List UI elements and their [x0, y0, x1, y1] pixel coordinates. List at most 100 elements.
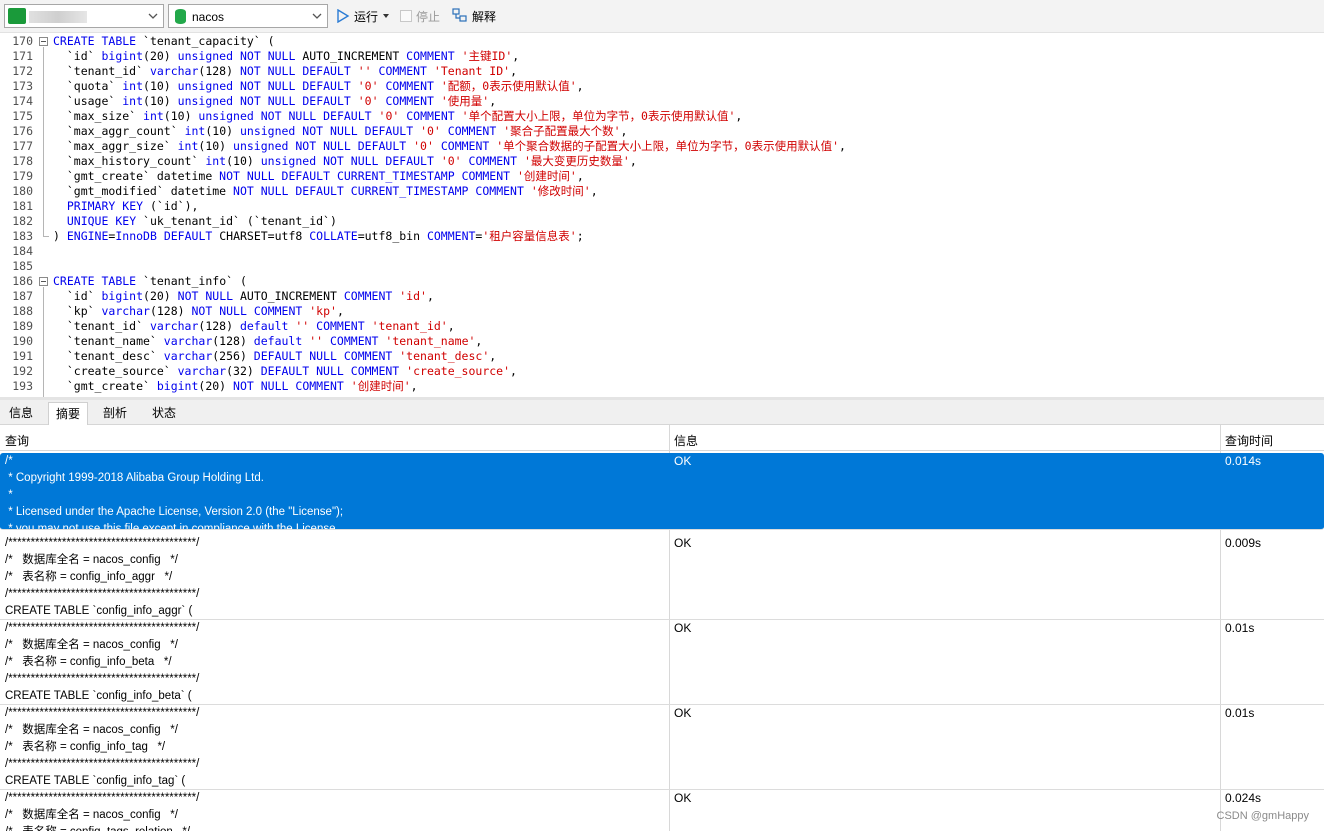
- line-number: 185: [12, 259, 33, 273]
- grid-header: 查询 信息 查询时间: [0, 429, 1324, 451]
- database-name: nacos: [192, 10, 225, 24]
- run-button[interactable]: 运行: [336, 7, 390, 25]
- code-text: CREATE TABLE `tenant_info` (: [53, 274, 247, 288]
- code-line[interactable]: 173 `quota` int(10) unsigned NOT NULL DE…: [0, 79, 1324, 94]
- info-cell[interactable]: OK: [674, 790, 691, 807]
- result-tab[interactable]: 剖析: [96, 402, 134, 425]
- info-cell[interactable]: OK: [674, 535, 691, 552]
- fold-guide: [43, 47, 44, 232]
- header-info[interactable]: 信息: [674, 432, 698, 449]
- code-text: `id` bigint(20) unsigned NOT NULL AUTO_I…: [53, 49, 520, 63]
- code-line[interactable]: 190 `tenant_name` varchar(128) default '…: [0, 334, 1324, 349]
- line-number: 192: [12, 364, 33, 378]
- code-line[interactable]: 183) ENGINE=InnoDB DEFAULT CHARSET=utf8 …: [0, 229, 1324, 244]
- line-number: 180: [12, 184, 33, 198]
- stop-button[interactable]: 停止: [400, 7, 440, 25]
- sql-editor[interactable]: 170 CREATE TABLE `tenant_capacity` (171 `…: [0, 33, 1324, 397]
- info-cell[interactable]: OK: [674, 453, 691, 470]
- code-text: `tenant_desc` varchar(256) DEFAULT NULL …: [53, 349, 497, 363]
- code-line[interactable]: 172 `tenant_id` varchar(128) NOT NULL DE…: [0, 64, 1324, 79]
- code-text: `max_size` int(10) unsigned NOT NULL DEF…: [53, 109, 743, 123]
- code-line[interactable]: 176 `max_aggr_count` int(10) unsigned NO…: [0, 124, 1324, 139]
- time-cell[interactable]: 0.014s: [1225, 453, 1261, 470]
- result-grid: 查询 信息 查询时间 CSDN @gmHappy /* * Copyright …: [0, 425, 1324, 831]
- code-line[interactable]: 182 UNIQUE KEY `uk_tenant_id` (`tenant_i…: [0, 214, 1324, 229]
- code-line[interactable]: 181 PRIMARY KEY (`id`),: [0, 199, 1324, 214]
- line-number: 193: [12, 379, 33, 393]
- code-line[interactable]: 193 `gmt_create` bigint(20) NOT NULL COM…: [0, 379, 1324, 394]
- code-line[interactable]: 180 `gmt_modified` datetime NOT NULL DEF…: [0, 184, 1324, 199]
- explain-button[interactable]: 解释: [452, 7, 496, 25]
- table-row[interactable]: /***************************************…: [0, 535, 1324, 620]
- result-tab[interactable]: 信息: [2, 402, 40, 425]
- chevron-down-icon: [312, 13, 322, 19]
- table-row[interactable]: /***************************************…: [0, 790, 1324, 831]
- code-line[interactable]: 192 `create_source` varchar(32) DEFAULT …: [0, 364, 1324, 379]
- code-line[interactable]: 179 `gmt_create` datetime NOT NULL DEFAU…: [0, 169, 1324, 184]
- query-cell[interactable]: /***************************************…: [5, 620, 665, 704]
- code-text: `tenant_name` varchar(128) default '' CO…: [53, 334, 483, 348]
- header-time[interactable]: 查询时间: [1225, 432, 1273, 449]
- line-number: 181: [12, 199, 33, 213]
- info-cell[interactable]: OK: [674, 620, 691, 637]
- connection-select[interactable]: [4, 4, 164, 28]
- code-line[interactable]: 170 CREATE TABLE `tenant_capacity` (: [0, 34, 1324, 49]
- time-cell[interactable]: 0.01s: [1225, 620, 1254, 637]
- result-tab[interactable]: 状态: [145, 402, 183, 425]
- line-number: 172: [12, 64, 33, 78]
- code-text: `tenant_id` varchar(128) NOT NULL DEFAUL…: [53, 64, 518, 78]
- code-line[interactable]: 186 CREATE TABLE `tenant_info` (: [0, 274, 1324, 289]
- result-tab[interactable]: 摘要: [48, 402, 89, 426]
- fold-guide: [43, 287, 44, 397]
- line-number: 170: [12, 34, 33, 48]
- query-cell[interactable]: /***************************************…: [5, 535, 665, 619]
- code-line[interactable]: 174 `usage` int(10) unsigned NOT NULL DE…: [0, 94, 1324, 109]
- code-text: `kp` varchar(128) NOT NULL COMMENT 'kp',: [53, 304, 344, 318]
- line-number: 177: [12, 139, 33, 153]
- code-line[interactable]: 175 `max_size` int(10) unsigned NOT NULL…: [0, 109, 1324, 124]
- fold-toggle-icon[interactable]: [39, 277, 48, 286]
- table-row[interactable]: /***************************************…: [0, 705, 1324, 790]
- code-text: `gmt_create` bigint(20) NOT NULL COMMENT…: [53, 379, 418, 393]
- code-line[interactable]: 171 `id` bigint(20) unsigned NOT NULL AU…: [0, 49, 1324, 64]
- info-cell[interactable]: OK: [674, 705, 691, 722]
- code-line[interactable]: 184: [0, 244, 1324, 259]
- fold-guide-end: [43, 229, 49, 237]
- table-row[interactable]: /* * Copyright 1999-2018 Alibaba Group H…: [0, 453, 1324, 530]
- query-cell[interactable]: /* * Copyright 1999-2018 Alibaba Group H…: [5, 453, 665, 529]
- code-text: `max_aggr_size` int(10) unsigned NOT NUL…: [53, 139, 846, 153]
- code-line[interactable]: 187 `id` bigint(20) NOT NULL AUTO_INCREM…: [0, 289, 1324, 304]
- code-text: `id` bigint(20) NOT NULL AUTO_INCREMENT …: [53, 289, 434, 303]
- run-label: 运行: [354, 9, 379, 24]
- header-query[interactable]: 查询: [5, 432, 29, 449]
- code-line[interactable]: 189 `tenant_id` varchar(128) default '' …: [0, 319, 1324, 334]
- query-cell[interactable]: /***************************************…: [5, 705, 665, 789]
- query-cell[interactable]: /***************************************…: [5, 790, 665, 831]
- code-text: `gmt_modified` datetime NOT NULL DEFAULT…: [53, 184, 598, 198]
- code-line[interactable]: 177 `max_aggr_size` int(10) unsigned NOT…: [0, 139, 1324, 154]
- line-number: 176: [12, 124, 33, 138]
- line-number: 175: [12, 109, 33, 123]
- code-line[interactable]: 191 `tenant_desc` varchar(256) DEFAULT N…: [0, 349, 1324, 364]
- time-cell[interactable]: 0.009s: [1225, 535, 1261, 552]
- table-row[interactable]: /***************************************…: [0, 620, 1324, 705]
- code-text: `usage` int(10) unsigned NOT NULL DEFAUL…: [53, 94, 497, 108]
- fold-toggle-icon[interactable]: [39, 37, 48, 46]
- code-text: UNIQUE KEY `uk_tenant_id` (`tenant_id`): [66, 214, 337, 228]
- code-text: PRIMARY KEY (`id`),: [66, 199, 199, 213]
- chevron-down-icon: [148, 13, 158, 19]
- database-select[interactable]: nacos: [168, 4, 328, 28]
- code-line[interactable]: 178 `max_history_count` int(10) unsigned…: [0, 154, 1324, 169]
- code-text: `max_history_count` int(10) unsigned NOT…: [53, 154, 637, 168]
- time-cell[interactable]: 0.01s: [1225, 705, 1254, 722]
- toolbar: nacos 运行 停止 解释: [0, 0, 1324, 33]
- database-icon: [175, 9, 186, 24]
- time-cell[interactable]: 0.024s: [1225, 790, 1261, 807]
- line-number: 188: [12, 304, 33, 318]
- line-number: 186: [12, 274, 33, 288]
- line-number: 173: [12, 79, 33, 93]
- line-number: 190: [12, 334, 33, 348]
- code-line[interactable]: 185: [0, 259, 1324, 274]
- code-line[interactable]: 188 `kp` varchar(128) NOT NULL COMMENT '…: [0, 304, 1324, 319]
- code-text: `max_aggr_count` int(10) unsigned NOT NU…: [53, 124, 628, 138]
